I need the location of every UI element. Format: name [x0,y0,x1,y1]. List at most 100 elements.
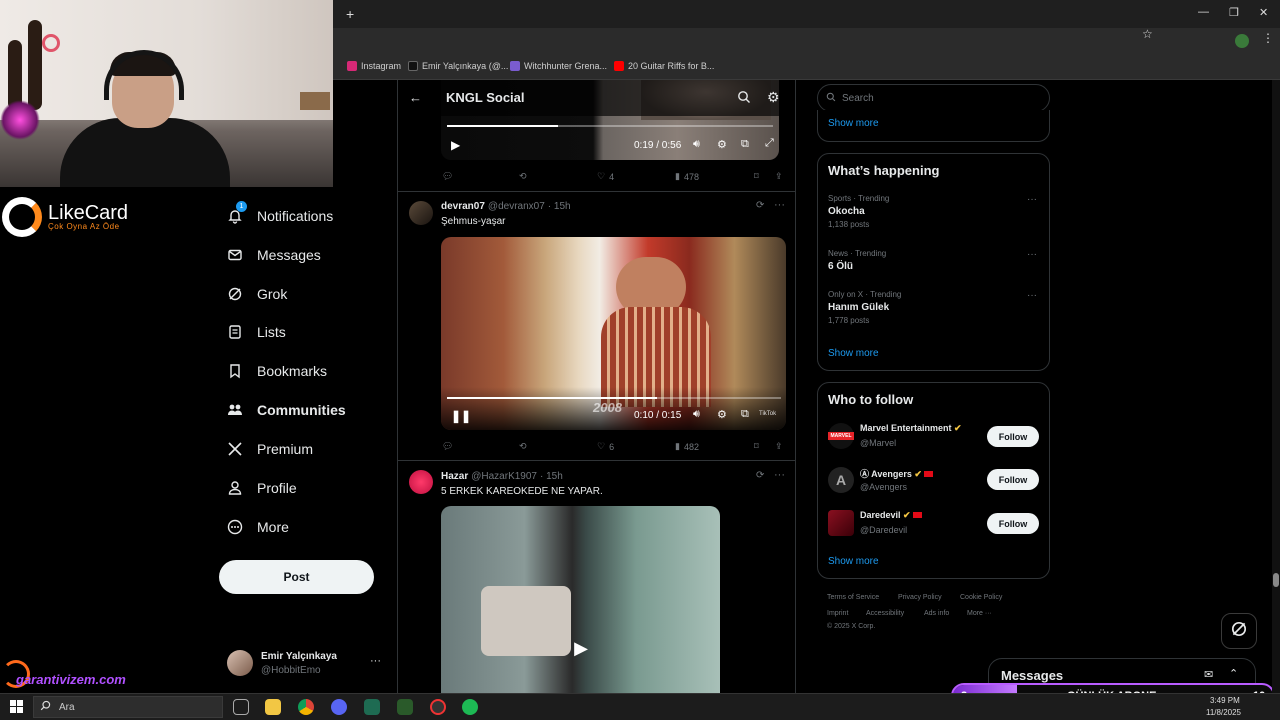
author-handle[interactable]: @devranx07 [488,201,545,212]
trend-more-icon[interactable]: ··· [1027,249,1037,260]
close-window-button[interactable]: ✕ [1259,6,1268,19]
bookmark-witchhunter[interactable]: Witchhunter Grena... [510,61,607,71]
nav-premium[interactable]: Premium [227,437,313,461]
tweet-more-icon[interactable]: ··· [774,469,785,481]
repost-button[interactable]: ⟲ [519,441,527,452]
footer-link[interactable]: Cookie Policy [960,594,1002,601]
follow-button[interactable]: Follow [987,469,1039,490]
footer-link[interactable]: Terms of Service [827,594,879,601]
spotify-icon[interactable] [462,699,478,715]
video-progress[interactable] [447,125,773,127]
follow-name[interactable]: Ⓐ Avengers ✔ [860,467,934,480]
gear-icon[interactable]: ⚙ [717,408,727,421]
back-arrow-icon[interactable]: ← [409,90,422,105]
search-icon[interactable] [737,90,751,109]
pause-icon[interactable]: ❚❚ [451,409,471,423]
bookmark-instagram[interactable]: Instagram [347,61,401,71]
video-player[interactable]: 2008 TikTok ❚❚ 0:10 / 0:15 🔊︎ ⚙ ⧉ [441,237,786,430]
nav-lists[interactable]: Lists [227,320,286,344]
windows-start-icon[interactable] [10,700,23,718]
trend-item[interactable]: News · Trending 6 Ölü [828,249,886,272]
profile-avatar[interactable] [1235,34,1249,48]
pip-icon[interactable]: ⧉ [741,138,749,151]
scrollbar[interactable] [1272,80,1280,693]
browser-menu-icon[interactable]: ⋮ [1262,31,1274,45]
trend-more-icon[interactable]: ··· [1027,194,1037,205]
author-handle[interactable]: @HazarK1907 [471,471,537,482]
minimize-button[interactable]: — [1198,6,1209,18]
discord-icon[interactable] [331,699,347,715]
footer-link[interactable]: Ads info [924,610,949,617]
scrollbar-thumb[interactable] [1273,573,1279,587]
show-more-link[interactable]: Show more [828,118,879,129]
new-tab-button[interactable]: + [346,6,354,22]
footer-link[interactable]: Imprint [827,610,848,617]
bookmark-emir[interactable]: Emir Yalçınkaya (@... [408,61,508,71]
footer-link[interactable]: More ··· [967,610,992,617]
show-more-link[interactable]: Show more [828,556,879,567]
video-progress[interactable] [447,397,781,399]
grok-icon[interactable]: ⟳ [756,200,764,211]
chrome-icon[interactable] [298,699,314,715]
footer-link[interactable]: Privacy Policy [898,594,942,601]
avatar[interactable] [828,510,854,536]
repost-button[interactable]: ⟲ [519,171,527,182]
avatar[interactable] [409,201,433,225]
account-more-button[interactable]: ··· [370,655,381,667]
nav-profile[interactable]: Profile [227,476,297,500]
chevron-up-icon[interactable]: ⌃ [1229,667,1238,680]
post-button[interactable]: Post [219,560,374,594]
views-button[interactable]: ▮ 482 [675,441,699,452]
nav-more[interactable]: More [227,515,289,539]
tweet-more-icon[interactable]: ··· [774,199,785,211]
footer-link[interactable]: Accessibility [866,610,904,617]
nav-messages[interactable]: Messages [227,243,321,267]
media-app-icon[interactable] [397,699,413,715]
trend-item[interactable]: Sports · Trending Okocha 1,138 posts [828,194,889,229]
xbox-app-icon[interactable] [364,699,380,715]
like-button[interactable]: ♡ 6 [597,441,614,452]
task-view-icon[interactable] [233,699,249,715]
trend-more-icon[interactable]: ··· [1027,290,1037,301]
bookmark-guitar-riffs[interactable]: 20 Guitar Riffs for B... [614,61,714,71]
follow-button[interactable]: Follow [987,513,1039,534]
nav-bookmarks[interactable]: Bookmarks [227,359,327,383]
play-icon[interactable]: ▶ [451,138,460,152]
show-more-link[interactable]: Show more [828,348,879,359]
nav-grok[interactable]: Grok [227,282,287,306]
search-input[interactable]: Search [842,93,874,104]
nav-notifications[interactable]: Notifications 1 [227,201,333,228]
follow-name[interactable]: Marvel Entertainment ✔ [860,423,962,434]
star-icon[interactable]: ☆ [1142,27,1153,41]
maximize-button[interactable]: ❐ [1229,6,1239,19]
avatar[interactable] [409,470,433,494]
share-button[interactable]: ⇪ [775,171,783,182]
avatar[interactable] [227,650,253,676]
follow-name[interactable]: Daredevil ✔ [860,510,923,521]
avatar[interactable]: MARVEL [828,423,854,449]
gear-icon[interactable]: ⚙ [717,138,727,151]
like-button[interactable]: ♡ 4 [597,171,614,182]
clock-date[interactable]: 11/8/2025 [1206,708,1241,717]
obs-icon[interactable] [430,699,446,715]
play-icon[interactable]: ▶ [569,636,593,660]
reply-button[interactable]: 💬︎ [442,441,453,452]
volume-icon[interactable]: 🔊︎ [693,138,700,151]
author-name[interactable]: devran07 [441,201,485,212]
bookmark-button[interactable]: ⌑ [754,441,759,452]
gear-icon[interactable]: ⚙ [767,89,780,106]
author-name[interactable]: Hazar [441,471,468,482]
trend-item[interactable]: Only on X · Trending Hanım Gülek 1,778 p… [828,290,901,325]
new-message-icon[interactable]: ✉ [1204,668,1213,681]
avatar[interactable]: A [828,467,854,493]
grok-float-button[interactable] [1221,613,1257,649]
nav-communities[interactable]: Communities [227,398,346,422]
video-player[interactable]: ▶ [441,506,720,693]
grok-icon[interactable]: ⟳ [756,470,764,481]
volume-icon[interactable]: 🔊︎ [693,408,700,421]
pip-icon[interactable]: ⧉ [741,408,749,421]
reply-button[interactable]: 💬︎ [442,171,453,182]
share-button[interactable]: ⇪ [775,441,783,452]
clock-time[interactable]: 3:49 PM [1210,696,1240,705]
follow-button[interactable]: Follow [987,426,1039,447]
